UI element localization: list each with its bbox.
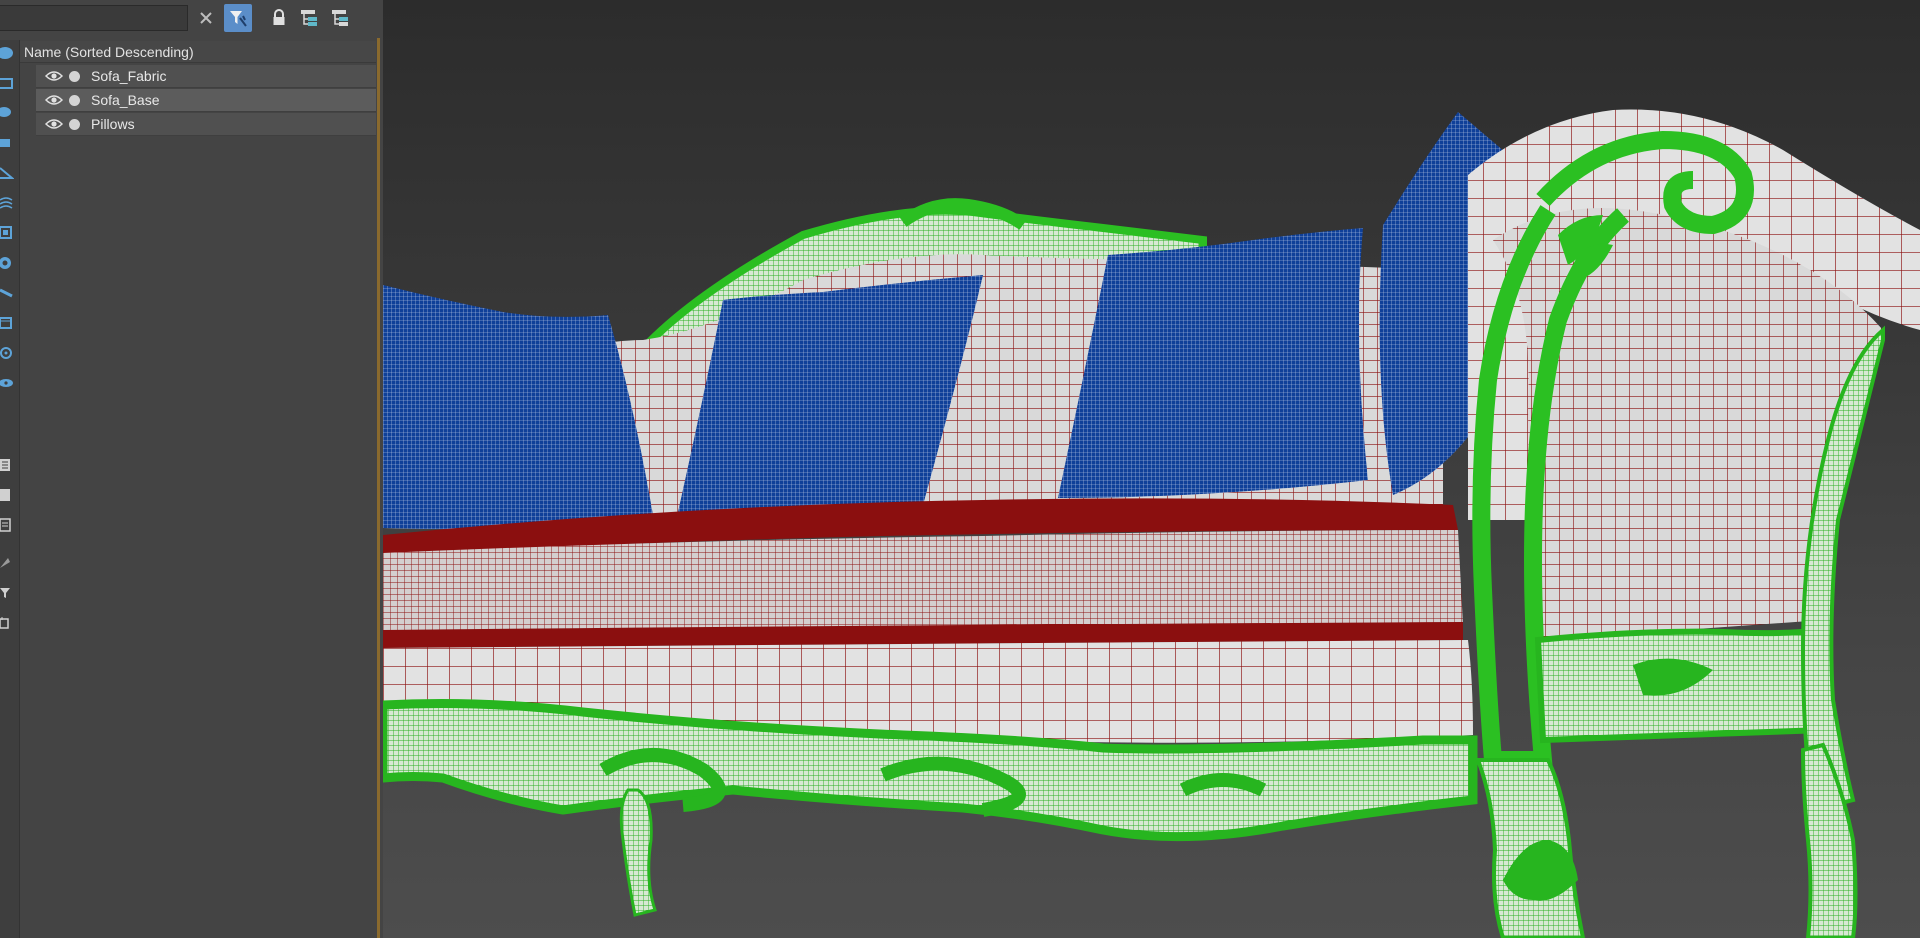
lock-icon <box>273 9 285 25</box>
render-toggle-dot[interactable] <box>69 71 80 82</box>
container-filter-icon[interactable] <box>0 312 16 334</box>
light-filter-icon[interactable] <box>0 102 16 124</box>
render-toggle-dot[interactable] <box>69 119 80 130</box>
display-settings-icon[interactable] <box>0 552 16 574</box>
helper-filter-icon[interactable] <box>0 162 16 184</box>
hierarchy-alt-button[interactable] <box>327 4 355 32</box>
explorer-toolbar <box>0 0 380 38</box>
scene-item-label: Pillows <box>91 116 135 132</box>
eye-icon[interactable] <box>45 70 63 82</box>
group-filter-icon[interactable] <box>0 222 16 244</box>
camera-filter-icon[interactable] <box>0 132 16 154</box>
sofa-wireframe-model <box>383 109 1920 938</box>
list-none-icon[interactable] <box>0 484 16 506</box>
search-input[interactable] <box>0 5 188 31</box>
spacewarp-filter-icon[interactable] <box>0 192 16 214</box>
filter-settings-icon[interactable] <box>0 582 16 604</box>
list-all-icon[interactable] <box>0 454 16 476</box>
scene-item-label: Sofa_Base <box>91 92 160 108</box>
shape-filter-icon[interactable] <box>0 72 16 94</box>
name-column-header[interactable]: Name (Sorted Descending) <box>20 41 376 63</box>
bone-filter-icon[interactable] <box>0 282 16 304</box>
pillow-1 <box>383 285 653 529</box>
filter-toggle-button[interactable] <box>224 4 252 32</box>
list-invert-icon[interactable] <box>0 514 16 536</box>
selection-set-icon[interactable] <box>0 612 16 634</box>
geometry-filter-icon[interactable] <box>0 42 16 64</box>
hierarchy-alt-icon <box>332 10 348 26</box>
eye-icon[interactable] <box>45 94 63 106</box>
scene-item-pillows[interactable]: Pillows <box>36 113 376 136</box>
hierarchy-icon <box>301 10 317 26</box>
scene-item-sofa-fabric[interactable]: Sofa_Fabric <box>36 65 376 88</box>
filter-icon-strip <box>0 40 20 938</box>
hierarchy-button[interactable] <box>296 4 324 32</box>
scene-explorer-panel: Name (Sorted Descending) Sofa_Fabric Sof… <box>0 0 380 938</box>
scene-item-sofa-base[interactable]: Sofa_Base <box>36 89 376 112</box>
scene-item-label: Sofa_Fabric <box>91 68 167 84</box>
filter-icon <box>230 11 247 27</box>
particle-filter-icon[interactable] <box>0 342 16 364</box>
render-toggle-dot[interactable] <box>69 95 80 106</box>
lock-button[interactable] <box>265 4 293 32</box>
xref-filter-icon[interactable] <box>0 252 16 274</box>
close-icon <box>200 12 212 24</box>
clear-search-button[interactable] <box>192 4 220 32</box>
visibility-filter-icon[interactable] <box>0 372 16 394</box>
3d-viewport[interactable] <box>383 0 1920 938</box>
sofa-leg-left <box>619 788 657 917</box>
eye-icon[interactable] <box>45 118 63 130</box>
